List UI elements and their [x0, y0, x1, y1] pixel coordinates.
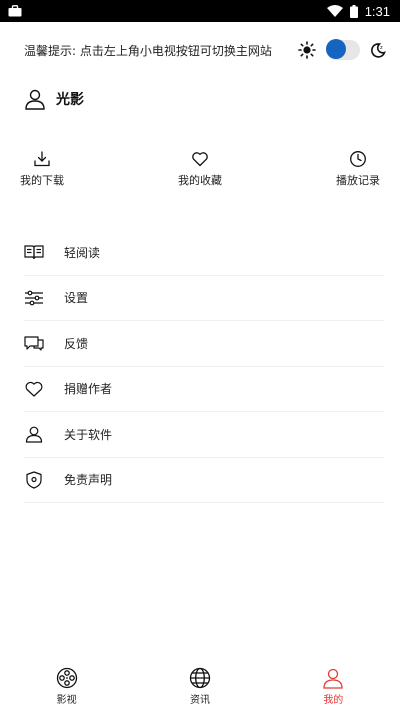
menu-item-label: 轻阅读	[64, 245, 101, 260]
toggle-knob	[326, 39, 346, 59]
avatar-icon	[24, 88, 46, 110]
sun-icon[interactable]	[298, 41, 316, 59]
briefcase-icon	[8, 5, 22, 17]
bottom-nav: 影视 资讯 我的	[0, 662, 400, 710]
menu-item-label: 反馈	[64, 336, 89, 351]
username: 光影	[56, 92, 84, 108]
tip-text: 温馨提示: 点击左上角小电视按钮可切换主网站	[24, 43, 272, 58]
film-reel-icon	[56, 667, 78, 689]
menu-item-label: 捐赠作者	[64, 382, 113, 397]
quick-item-favorites[interactable]: 我的收藏	[178, 150, 222, 198]
status-bar: 1:31	[0, 0, 400, 22]
menu-item-feedback[interactable]: 反馈	[24, 321, 384, 367]
menu-item-label: 免责声明	[64, 473, 113, 488]
user-icon	[24, 425, 44, 443]
nav-item-label: 影视	[56, 694, 77, 706]
nav-item-news[interactable]: 资讯	[160, 667, 240, 706]
tip-bar: 温馨提示: 点击左上角小电视按钮可切换主网站 z	[0, 22, 400, 78]
moon-icon[interactable]: z	[370, 42, 386, 58]
menu-item-label: 关于软件	[64, 427, 113, 442]
heart-icon	[191, 150, 209, 168]
sliders-icon	[24, 290, 44, 306]
clock-icon	[349, 150, 367, 168]
quick-actions: 我的下载 我的收藏 播放记录	[0, 150, 400, 198]
profile-row[interactable]: 光影	[0, 78, 400, 120]
battery-icon	[349, 4, 358, 18]
status-time: 1:31	[364, 3, 390, 19]
quick-item-label: 播放记录	[336, 174, 380, 187]
settings-menu: 轻阅读 设置 反馈 捐赠作者 关于软件 免责声明	[0, 230, 400, 503]
nav-item-label: 资讯	[189, 694, 210, 706]
user-icon	[322, 667, 344, 689]
quick-item-label: 我的收藏	[178, 174, 222, 187]
theme-toggle[interactable]	[326, 39, 360, 60]
menu-item-light-reading[interactable]: 轻阅读	[24, 230, 384, 276]
feedback-icon	[24, 335, 44, 351]
quick-item-downloads[interactable]: 我的下载	[20, 150, 64, 198]
svg-text:z: z	[380, 45, 383, 51]
shield-icon	[24, 471, 44, 489]
globe-icon	[189, 667, 211, 689]
theme-controls: z	[298, 39, 386, 60]
heart-icon	[24, 381, 44, 397]
menu-item-donate[interactable]: 捐赠作者	[24, 367, 384, 412]
quick-item-label: 我的下载	[20, 174, 64, 187]
nav-item-movies[interactable]: 影视	[27, 667, 107, 706]
menu-item-label: 设置	[64, 291, 89, 306]
menu-item-disclaimer[interactable]: 免责声明	[24, 458, 384, 503]
download-icon	[33, 150, 51, 168]
menu-item-settings[interactable]: 设置	[24, 276, 384, 321]
book-icon	[24, 244, 44, 260]
quick-item-history[interactable]: 播放记录	[336, 150, 380, 198]
nav-item-mine[interactable]: 我的	[293, 667, 373, 706]
nav-item-label: 我的	[323, 694, 344, 706]
menu-item-about[interactable]: 关于软件	[24, 412, 384, 458]
wifi-icon	[326, 5, 343, 17]
